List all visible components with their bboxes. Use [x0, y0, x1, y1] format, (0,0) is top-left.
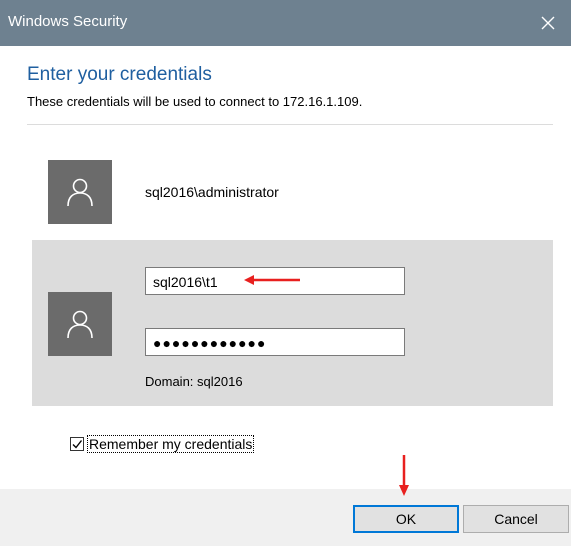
account-name-administrator[interactable]: sql2016\administrator — [145, 184, 279, 200]
password-field[interactable]: ●●●●●●●●●●●● — [145, 328, 405, 356]
dialog-heading: Enter your credentials — [27, 64, 212, 85]
window-title: Windows Security — [8, 13, 128, 30]
dialog-subheading: These credentials will be used to connec… — [27, 94, 363, 109]
ok-button[interactable]: OK — [353, 505, 459, 533]
close-button[interactable] — [525, 0, 571, 46]
divider — [27, 124, 553, 125]
user-icon — [67, 178, 93, 207]
password-value: ●●●●●●●●●●●● — [153, 335, 267, 351]
checkmark-icon — [72, 440, 83, 449]
user-icon — [67, 310, 93, 339]
title-bar: Windows Security — [0, 0, 571, 46]
close-icon — [541, 16, 555, 30]
remember-credentials-checkbox[interactable]: Remember my credentials — [70, 435, 255, 453]
annotation-arrow-down-icon — [399, 455, 409, 496]
annotation-arrow-left-icon — [244, 275, 300, 285]
cancel-button[interactable]: Cancel — [463, 505, 569, 533]
username-value: sql2016\t1 — [153, 274, 218, 290]
selected-account-avatar — [48, 292, 112, 356]
domain-label: Domain: sql2016 — [145, 374, 243, 389]
checkbox[interactable] — [70, 437, 84, 451]
account-tile-administrator[interactable] — [48, 160, 112, 224]
remember-credentials-label[interactable]: Remember my credentials — [86, 435, 255, 453]
